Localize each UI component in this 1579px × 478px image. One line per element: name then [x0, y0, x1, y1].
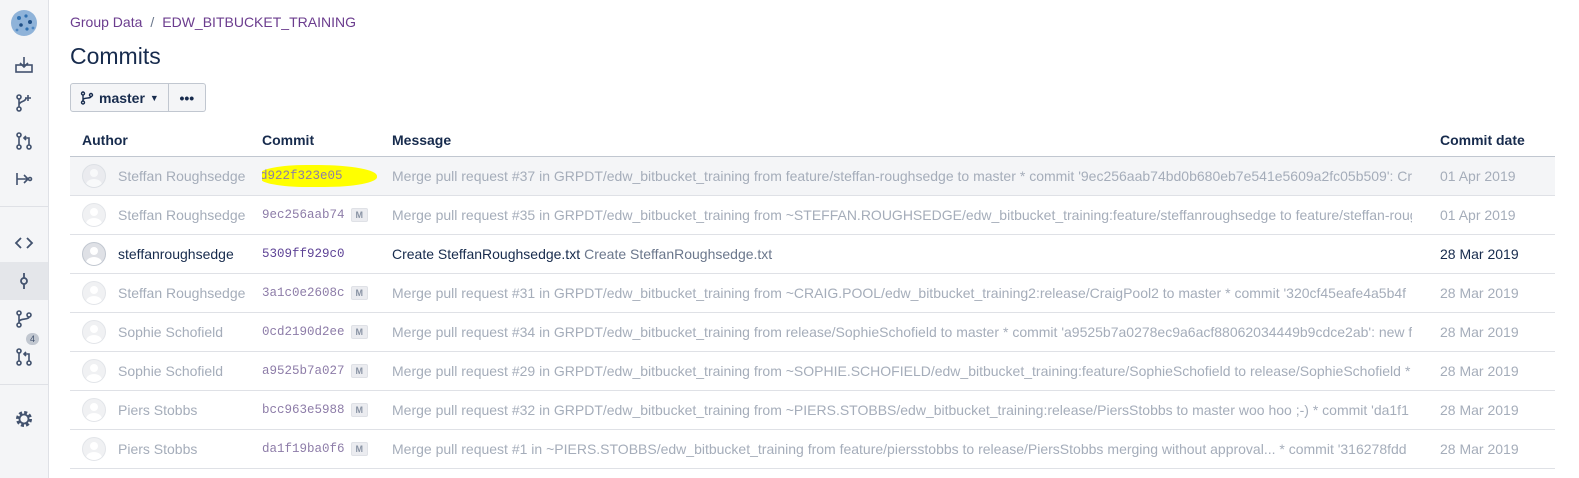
avatar [82, 398, 106, 422]
clone-icon[interactable] [0, 46, 48, 84]
avatar [82, 203, 106, 227]
commit-date: 28 Mar 2019 [1440, 324, 1519, 340]
create-pull-request-icon[interactable] [0, 122, 48, 160]
avatar [82, 320, 106, 344]
merge-badge: M [350, 208, 369, 222]
message-column-header: Message [392, 132, 452, 148]
date-column-header: Commit date [1440, 132, 1525, 148]
breadcrumb-project-link[interactable]: Group Data [70, 14, 142, 30]
toolbar: master ▼ ••• [70, 83, 206, 112]
commit-date: 28 Mar 2019 [1440, 363, 1519, 379]
commit-message: Merge pull request #31 in GRPDT/edw_bitb… [392, 285, 1407, 301]
sidebar-divider [0, 206, 48, 207]
source-icon[interactable] [0, 224, 48, 262]
pull-requests-icon[interactable]: 4 [0, 333, 48, 376]
pull-requests-badge: 4 [26, 333, 40, 345]
commit-message: Merge pull request #32 in GRPDT/edw_bitb… [392, 402, 1409, 418]
avatar [82, 164, 106, 188]
table-row[interactable]: Sophie Schofield 0cd2190d2ee M Merge pull… [70, 313, 1555, 352]
commit-message: Create SteffanRoughsedge.txt Create Steff… [392, 246, 773, 262]
breadcrumb-repo-link[interactable]: EDW_BITBUCKET_TRAINING [162, 14, 356, 30]
commit-date: 28 Mar 2019 [1440, 285, 1519, 301]
author-column-header: Author [82, 132, 128, 148]
author-name[interactable]: Sophie Schofield [118, 363, 223, 379]
branches-icon[interactable] [0, 300, 48, 338]
avatar [82, 281, 106, 305]
commit-message: Merge pull request #1 in ~PIERS.STOBBS/e… [392, 441, 1407, 457]
commit-date: 01 Apr 2019 [1440, 168, 1516, 184]
branch-name: master [99, 89, 145, 106]
create-branch-icon[interactable] [0, 84, 48, 122]
table-row[interactable]: Piers Stobbs da1f19ba0f6 M Merge pull req… [70, 430, 1555, 469]
more-actions-button[interactable]: ••• [168, 83, 206, 112]
commit-date: 01 Apr 2019 [1440, 207, 1516, 223]
commit-hash-link[interactable]: 3a1c0e2608c [262, 284, 345, 302]
sidebar: 4 [0, 0, 49, 478]
fork-icon[interactable] [0, 160, 48, 198]
author-name[interactable]: Steffan Roughsedge [118, 285, 245, 301]
main-content: Group Data / EDW_BITBUCKET_TRAINING Commit… [70, 0, 1555, 478]
author-name[interactable]: Piers Stobbs [118, 441, 197, 457]
merge-badge: M [350, 442, 369, 456]
commit-message: Merge pull request #34 in GRPDT/edw_bitb… [392, 324, 1412, 340]
commit-date: 28 Mar 2019 [1440, 441, 1519, 457]
table-row[interactable]: Steffan Roughsedge 3a1c0e2608c M Merge pu… [70, 274, 1555, 313]
table-header: Author Commit Message Commit date [70, 124, 1555, 157]
avatar [82, 242, 106, 266]
avatar [82, 359, 106, 383]
commit-hash-link[interactable]: da1f19ba0f6 [262, 440, 345, 458]
branch-icon [80, 90, 94, 105]
table-row[interactable]: Sophie Schofield a9525b7a027 M Merge pull… [70, 352, 1555, 391]
settings-gear-icon[interactable] [0, 400, 48, 438]
commit-hash-link[interactable]: 9ec256aab74 [262, 206, 345, 224]
author-name[interactable]: Piers Stobbs [118, 402, 197, 418]
commit-message: Merge pull request #35 in GRPDT/edw_bitb… [392, 207, 1412, 223]
table-row[interactable]: Steffan Roughsedge d922f323e05M Merge pu… [70, 157, 1555, 196]
author-name[interactable]: Steffan Roughsedge [118, 168, 245, 184]
commits-table: Author Commit Message Commit date Steffa… [70, 124, 1555, 469]
table-row[interactable]: Steffan Roughsedge 9ec256aab74 M Merge pu… [70, 196, 1555, 235]
branch-selector-button[interactable]: master ▼ [70, 83, 169, 112]
commit-date: 28 Mar 2019 [1440, 402, 1519, 418]
commit-message: Merge pull request #29 in GRPDT/edw_bitb… [392, 363, 1411, 379]
commit-hash-link[interactable]: 5309ff929c0 [262, 245, 345, 263]
commit-column-header: Commit [262, 132, 315, 148]
sidebar-divider [0, 384, 48, 385]
merge-badge: M [350, 403, 369, 417]
breadcrumb: Group Data / EDW_BITBUCKET_TRAINING [70, 14, 356, 30]
merge-badge: M [350, 325, 369, 339]
commit-hash-link[interactable]: bcc963e5988 [262, 401, 345, 419]
table-row[interactable]: steffanroughsedge 5309ff929c0 Create Ste… [70, 235, 1555, 274]
merge-badge: M [350, 364, 369, 378]
author-name[interactable]: Sophie Schofield [118, 324, 223, 340]
table-row[interactable]: Piers Stobbs bcc963e5988 M Merge pull req… [70, 391, 1555, 430]
merge-badge: M [350, 286, 369, 300]
commit-message: Merge pull request #37 in GRPDT/edw_bitb… [392, 168, 1412, 184]
chevron-down-icon: ▼ [149, 92, 159, 103]
commit-hash-link[interactable]: d922f323e05 [262, 165, 377, 187]
page-title: Commits [70, 43, 161, 69]
commit-date: 28 Mar 2019 [1440, 246, 1519, 262]
logo-icon[interactable] [0, 4, 48, 42]
avatar [82, 437, 106, 461]
author-name[interactable]: steffanroughsedge [118, 246, 234, 262]
commit-hash-link[interactable]: a9525b7a027 [262, 362, 345, 380]
author-name[interactable]: Steffan Roughsedge [118, 207, 245, 223]
commit-hash-link[interactable]: 0cd2190d2ee [262, 323, 345, 341]
commits-icon[interactable] [0, 262, 48, 300]
